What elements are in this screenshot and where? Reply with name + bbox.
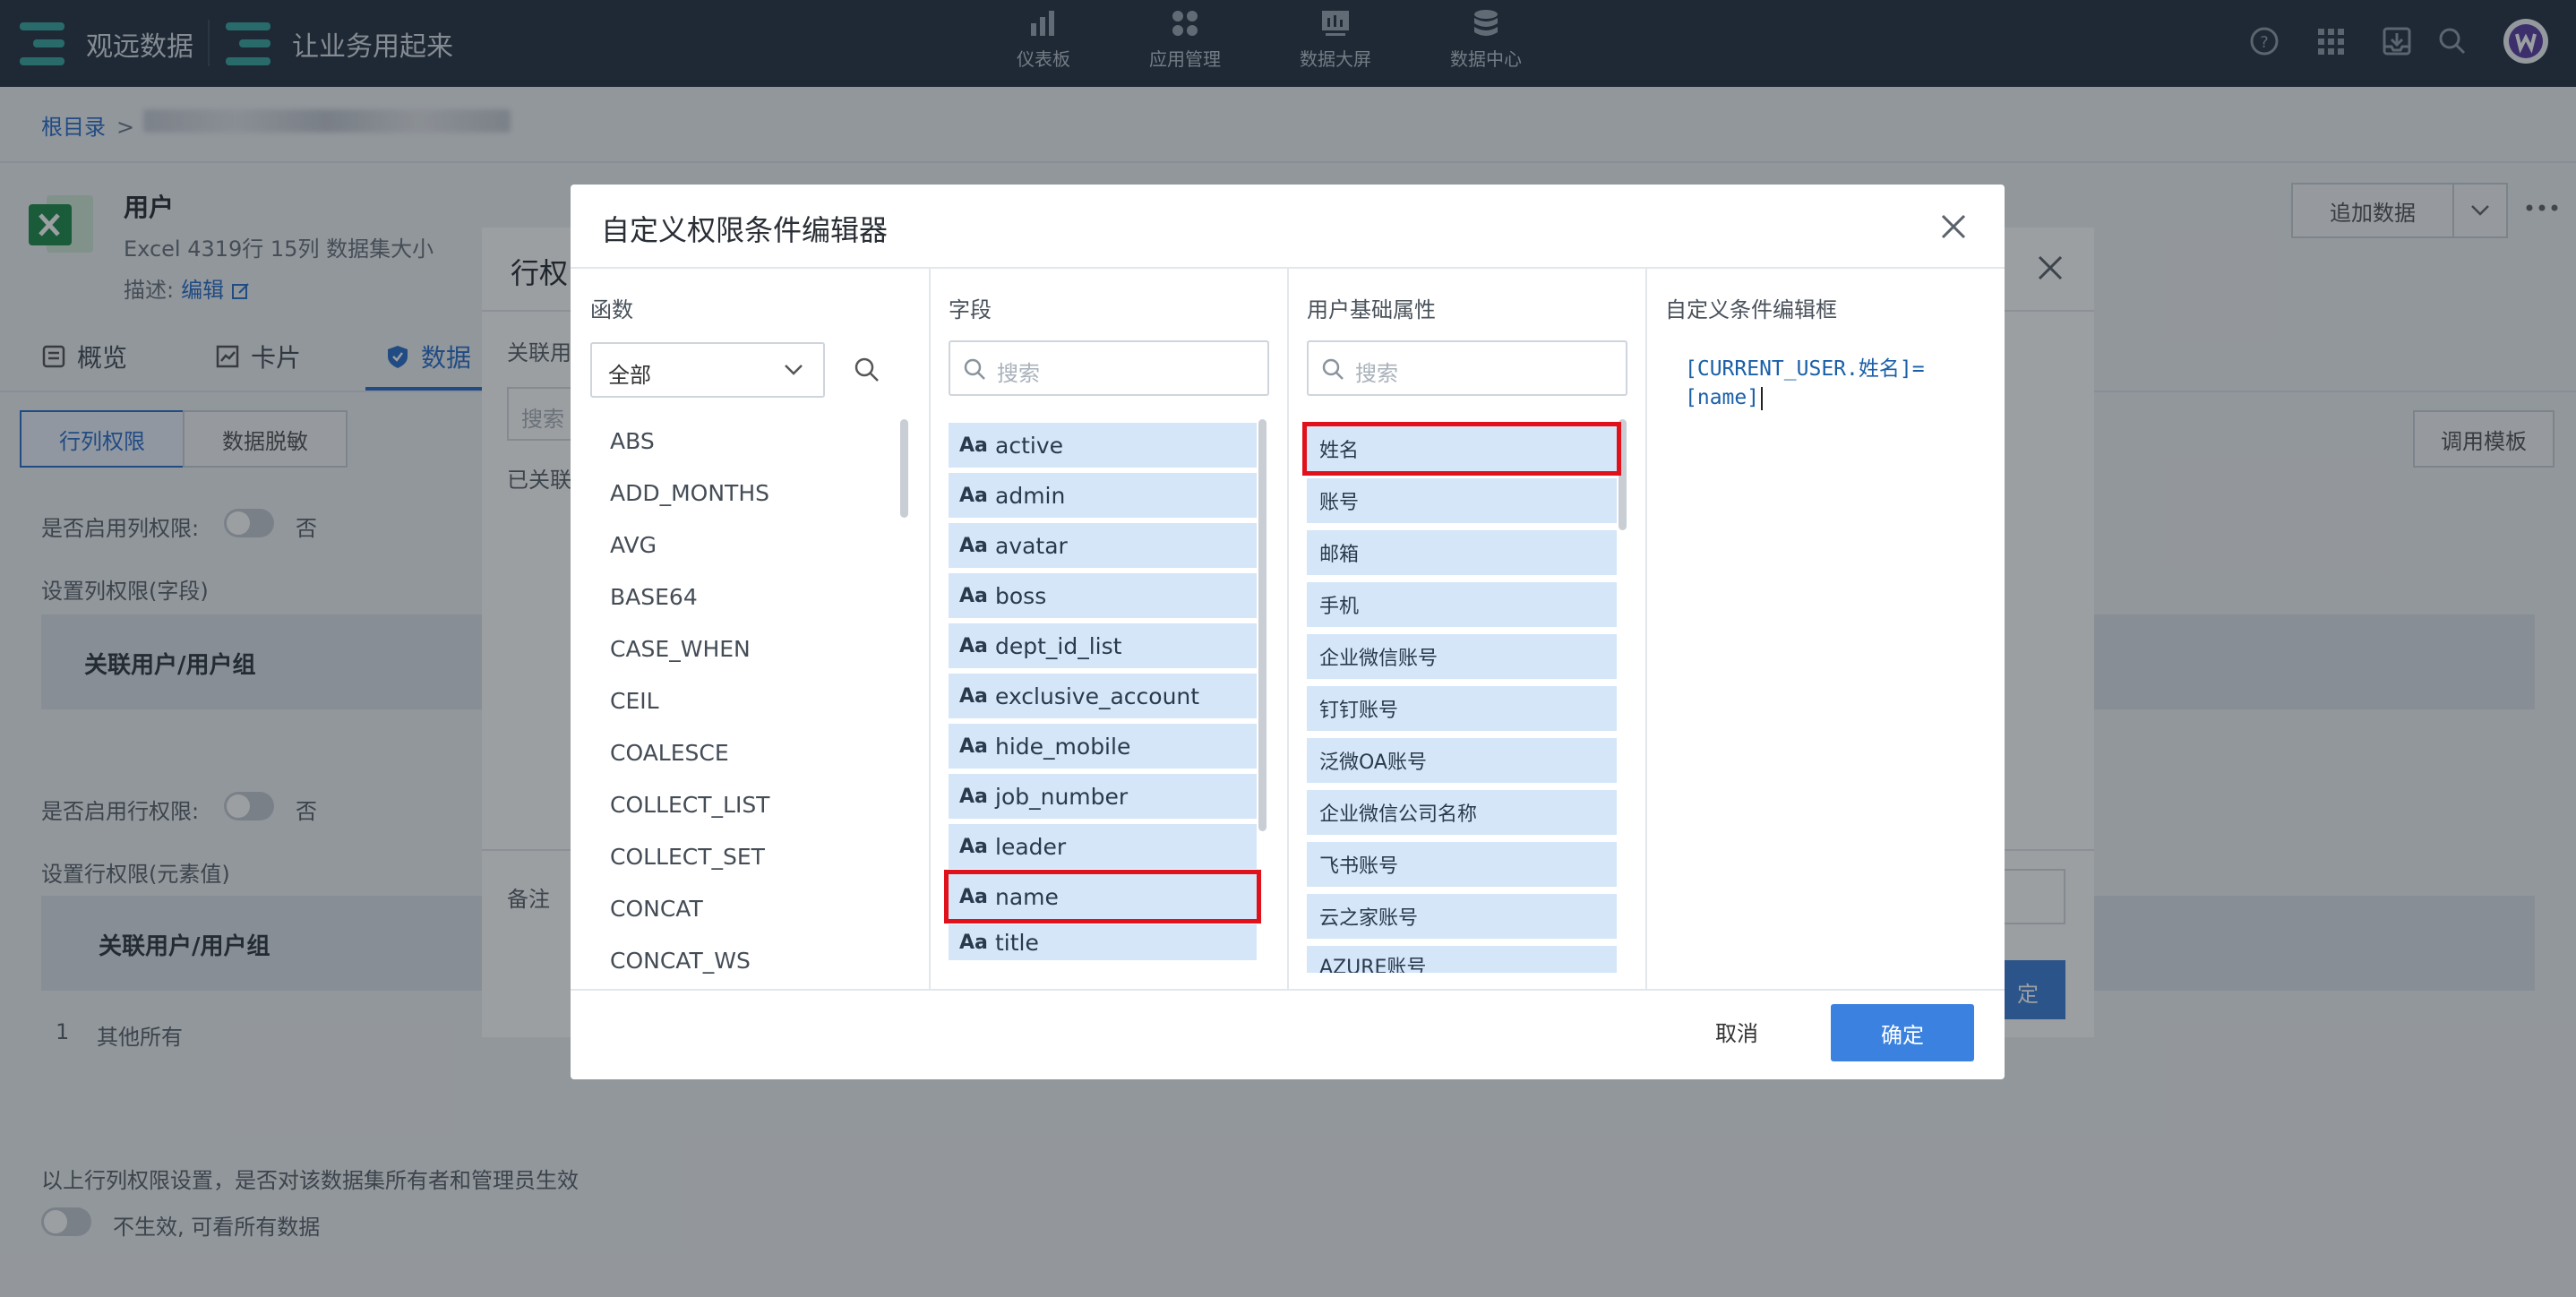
field-name: dept_id_list — [995, 632, 1122, 659]
user-attr-name: 邮箱 — [1319, 544, 1360, 566]
user-attrs-column-title: 用户基础属性 — [1307, 297, 1436, 322]
text-type-icon: Aa — [959, 484, 988, 507]
field-list-item[interactable]: Aa active — [949, 423, 1257, 468]
custom-permission-editor-dialog: 自定义权限条件编辑器 函数 全部 字段 搜索 用户基础属性 搜索 自定义条件编辑… — [571, 185, 2005, 1079]
text-type-icon: Aa — [959, 684, 988, 708]
field-list-item[interactable]: Aa boss — [949, 573, 1257, 618]
field-list-item[interactable]: Aa dept_id_list — [949, 623, 1257, 668]
user-attr-name: 云之家账号 — [1319, 907, 1419, 930]
column-separator — [1645, 268, 1647, 990]
confirm-button[interactable]: 确定 — [1831, 1004, 1974, 1061]
function-list-item[interactable]: COLLECT_LIST — [610, 792, 769, 818]
field-name: title — [995, 929, 1039, 956]
user-attr-list-item[interactable]: 姓名 — [1302, 422, 1621, 476]
editor-line-2: [name] — [1685, 383, 1971, 412]
function-search-icon[interactable] — [854, 356, 880, 383]
user-attr-name: 账号 — [1319, 492, 1360, 514]
column-separator — [929, 268, 931, 990]
functions-column-title: 函数 — [590, 297, 633, 322]
text-type-icon: Aa — [959, 931, 988, 954]
text-type-icon: Aa — [959, 534, 988, 557]
custom-condition-editor[interactable]: [CURRENT_USER.姓名]= [name] — [1685, 355, 1971, 412]
field-list-item[interactable]: Aa admin — [949, 473, 1257, 518]
text-type-icon: Aa — [959, 734, 988, 758]
editor-line-1: [CURRENT_USER.姓名]= — [1685, 357, 1925, 381]
user-attr-list-item[interactable]: 钉钉账号 — [1307, 686, 1617, 731]
field-list-item[interactable]: Aa job_number — [949, 774, 1257, 819]
user-attr-search-input[interactable]: 搜索 — [1307, 340, 1627, 396]
field-list-item[interactable]: Aa avatar — [949, 523, 1257, 568]
search-icon — [1322, 358, 1344, 380]
field-list-item[interactable]: Aa exclusive_account — [949, 674, 1257, 718]
user-attr-list-item[interactable]: 企业微信账号 — [1307, 634, 1617, 679]
text-type-icon: Aa — [959, 434, 988, 457]
fields-column-title: 字段 — [949, 297, 992, 322]
field-name: job_number — [995, 783, 1129, 810]
field-name: admin — [995, 482, 1066, 509]
user-attr-list-item[interactable]: AZURE账号 — [1307, 946, 1617, 973]
user-attr-name: AZURE账号 — [1319, 957, 1427, 973]
field-list-item[interactable]: Aa title — [949, 924, 1257, 960]
function-list-scrollbar[interactable] — [900, 419, 908, 518]
field-list-scrollbar[interactable] — [1258, 419, 1267, 831]
field-name: active — [995, 432, 1063, 459]
field-name: boss — [995, 582, 1047, 609]
field-list-item[interactable]: Aa hide_mobile — [949, 724, 1257, 769]
field-list-item[interactable]: Aa leader — [949, 824, 1257, 869]
text-type-icon: Aa — [959, 885, 988, 908]
field-name: hide_mobile — [995, 733, 1131, 760]
function-list-item[interactable]: COLLECT_SET — [610, 844, 765, 870]
dialog-footer-divider — [571, 989, 2005, 991]
user-attr-name: 泛微OA账号 — [1319, 752, 1427, 774]
column-separator — [1287, 268, 1289, 990]
user-attr-name: 手机 — [1319, 596, 1360, 618]
user-attr-list-scrollbar[interactable] — [1619, 419, 1627, 530]
search-icon — [964, 358, 985, 380]
field-name: name — [995, 883, 1059, 910]
user-attr-name: 姓名 — [1319, 440, 1360, 462]
user-attr-list-item[interactable]: 企业微信公司名称 — [1307, 790, 1617, 835]
field-name: exclusive_account — [995, 683, 1200, 709]
function-list-item[interactable]: CONCAT — [610, 896, 703, 922]
user-attr-list-item[interactable]: 泛微OA账号 — [1307, 738, 1617, 783]
user-attr-name: 飞书账号 — [1319, 855, 1399, 878]
function-list-item[interactable]: BASE64 — [610, 584, 698, 610]
text-cursor — [1761, 386, 1764, 410]
function-list-item[interactable]: ADD_MONTHS — [610, 480, 769, 506]
function-list-item[interactable]: AVG — [610, 532, 657, 558]
function-list-item[interactable]: ABS — [610, 428, 655, 454]
field-name: leader — [995, 833, 1067, 860]
user-attr-list-item[interactable]: 邮箱 — [1307, 530, 1617, 575]
user-attr-list-item[interactable]: 飞书账号 — [1307, 842, 1617, 887]
user-attr-list-item[interactable]: 手机 — [1307, 582, 1617, 627]
function-list-item[interactable]: CEIL — [610, 688, 659, 714]
text-type-icon: Aa — [959, 634, 988, 657]
field-search-input[interactable]: 搜索 — [949, 340, 1269, 396]
chevron-down-icon — [785, 365, 803, 375]
editor-column-title: 自定义条件编辑框 — [1665, 297, 1837, 322]
user-attr-name: 钉钉账号 — [1319, 700, 1399, 722]
function-category-select[interactable]: 全部 — [590, 342, 825, 398]
cancel-button[interactable]: 取消 — [1694, 1003, 1780, 1059]
text-type-icon: Aa — [959, 785, 988, 808]
function-list-item[interactable]: CONCAT_WS — [610, 948, 751, 974]
user-attr-list-item[interactable]: 云之家账号 — [1307, 894, 1617, 939]
user-attr-list-item[interactable]: 账号 — [1307, 478, 1617, 523]
close-icon[interactable] — [1940, 213, 1967, 240]
text-type-icon: Aa — [959, 584, 988, 607]
dialog-title: 自定义权限条件编辑器 — [601, 213, 889, 247]
function-list-item[interactable]: CASE_WHEN — [610, 636, 751, 662]
user-attr-name: 企业微信账号 — [1319, 648, 1438, 670]
user-attr-name: 企业微信公司名称 — [1319, 803, 1478, 826]
field-list-item[interactable]: Aa name — [944, 870, 1261, 923]
text-type-icon: Aa — [959, 835, 988, 858]
function-list-item[interactable]: COALESCE — [610, 740, 729, 766]
field-name: avatar — [995, 532, 1068, 559]
